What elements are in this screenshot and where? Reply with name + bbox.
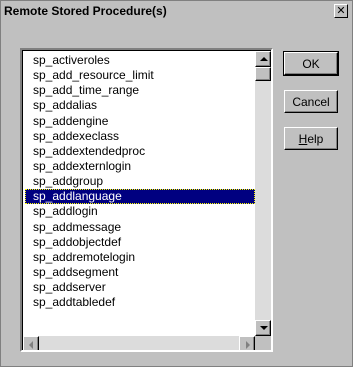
- list-item[interactable]: sp_add_time_range: [25, 83, 255, 98]
- scroll-up-button[interactable]: [255, 51, 271, 67]
- procedure-listbox[interactable]: sp_activeroles sp_add_resource_limit sp_ad…: [20, 48, 273, 352]
- scroll-right-button[interactable]: [239, 336, 255, 350]
- list-item[interactable]: sp_activeroles: [25, 53, 255, 68]
- list-item[interactable]: sp_addengine: [25, 114, 255, 129]
- cancel-button[interactable]: Cancel: [284, 90, 338, 113]
- arrow-right-icon: [246, 341, 250, 349]
- list-item[interactable]: sp_add_resource_limit: [25, 68, 255, 83]
- list-item[interactable]: sp_addremotelogin: [25, 250, 255, 265]
- procedure-list: sp_activeroles sp_add_resource_limit sp_ad…: [25, 53, 255, 335]
- horizontal-scrollbar[interactable]: [23, 336, 255, 350]
- list-item[interactable]: sp_addtabledef: [25, 295, 255, 310]
- arrow-up-icon: [260, 57, 268, 61]
- vertical-scroll-thumb[interactable]: [255, 67, 271, 81]
- close-icon: ✕: [336, 4, 346, 17]
- scroll-down-button[interactable]: [255, 320, 271, 336]
- dialog-title: Remote Stored Procedure(s): [4, 4, 167, 18]
- title-bar: Remote Stored Procedure(s) ✕: [1, 1, 352, 22]
- list-item[interactable]: sp_addextendedproc: [25, 144, 255, 159]
- scrollbar-corner: [255, 336, 271, 350]
- list-item[interactable]: sp_addlogin: [25, 204, 255, 219]
- scroll-left-button[interactable]: [23, 336, 39, 350]
- list-item[interactable]: sp_addmessage: [25, 220, 255, 235]
- arrow-left-icon: [29, 341, 33, 349]
- list-item[interactable]: sp_addserver: [25, 280, 255, 295]
- cancel-button-label: Cancel: [292, 94, 330, 109]
- help-button-label: Help: [299, 132, 324, 146]
- close-button[interactable]: ✕: [334, 4, 348, 18]
- arrow-down-icon: [260, 326, 268, 330]
- help-label-rest: elp: [307, 131, 324, 146]
- list-item-selected[interactable]: sp_addlanguage: [25, 189, 255, 205]
- list-item[interactable]: sp_addgroup: [25, 174, 255, 189]
- list-item[interactable]: sp_addobjectdef: [25, 235, 255, 250]
- list-item[interactable]: sp_addexeclass: [25, 129, 255, 144]
- remote-stored-procedures-dialog: Remote Stored Procedure(s) ✕ sp_activero…: [0, 0, 353, 367]
- help-button[interactable]: Help: [284, 127, 338, 150]
- ok-button[interactable]: OK: [283, 51, 339, 76]
- ok-button-label: OK: [302, 56, 320, 71]
- list-item[interactable]: sp_addexternlogin: [25, 159, 255, 174]
- list-item[interactable]: sp_addsegment: [25, 265, 255, 280]
- list-item[interactable]: sp_addalias: [25, 98, 255, 113]
- vertical-scrollbar[interactable]: [255, 51, 271, 336]
